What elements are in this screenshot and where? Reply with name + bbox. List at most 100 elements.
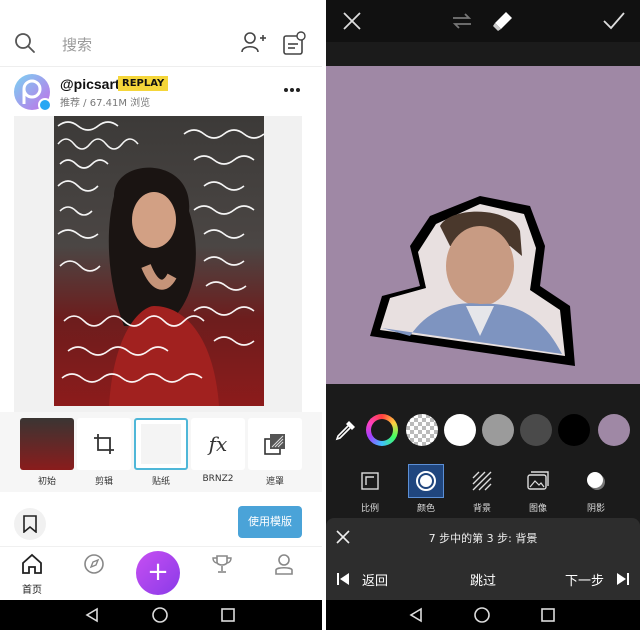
sticker-thumbnail <box>141 424 181 464</box>
back-icon[interactable] <box>84 607 100 623</box>
color-picker-row <box>326 404 640 456</box>
light-gray-swatch[interactable] <box>482 414 514 446</box>
mode-image[interactable]: 图像 <box>516 464 560 518</box>
color-wheel-swatch[interactable] <box>366 414 398 446</box>
mode-label: 阴影 <box>586 504 605 514</box>
mask-icon <box>264 434 285 455</box>
ratio-icon <box>361 472 379 490</box>
nav-discover[interactable] <box>74 553 114 597</box>
home-icon <box>22 553 42 574</box>
tool-crop[interactable]: 剪辑 <box>77 418 131 488</box>
screenshot-root: 搜索 @picsart REPLAY 推荐 / 67.41M 浏览 初始 剪辑 … <box>0 0 640 630</box>
post-image-frame[interactable] <box>14 116 302 412</box>
man-sticker[interactable] <box>370 186 580 366</box>
transparent-swatch[interactable] <box>406 414 438 446</box>
profile-icon <box>275 554 293 575</box>
recents-icon[interactable] <box>220 607 236 623</box>
trophy-icon <box>212 555 232 573</box>
home-circle-icon[interactable] <box>474 607 490 623</box>
tool-original[interactable]: 初始 <box>20 418 74 488</box>
nav-home[interactable]: 首页 <box>12 553 52 597</box>
search-icon[interactable] <box>14 32 36 54</box>
tutorial-panel: 7 步中的第 3 步: 背景 返回 跳过 下一步 <box>326 518 640 600</box>
mode-icon-box <box>408 464 444 498</box>
post-actions: 使用模版 <box>0 500 322 544</box>
nav-profile[interactable] <box>264 553 304 597</box>
divider <box>0 66 322 67</box>
tool-effect[interactable]: fx BRNZ2 <box>191 418 245 488</box>
bookmark-button[interactable] <box>14 508 46 540</box>
tutorial-next-label: 下一步 <box>564 573 604 589</box>
post-meta: 推荐 / 67.41M 浏览 <box>60 98 151 109</box>
mode-label: 颜色 <box>416 504 435 514</box>
tool-box: fx <box>191 418 245 470</box>
mode-icon-box <box>352 464 388 498</box>
tool-label: 遮罩 <box>265 477 284 487</box>
plus-icon: + <box>147 557 169 587</box>
dark-gray-swatch[interactable] <box>520 414 552 446</box>
tutorial-progress: 7 步中的第 3 步: 背景 <box>428 532 538 545</box>
image-icon <box>527 471 549 490</box>
crop-icon <box>94 434 114 454</box>
mode-shadow[interactable]: 阴影 <box>574 464 618 518</box>
system-navigation-bar <box>326 600 640 630</box>
tool-box <box>248 418 302 470</box>
skip-forward-icon <box>617 573 629 585</box>
more-options-icon[interactable] <box>282 84 302 96</box>
background-mode-row: 比例 颜色 背景 图像 阴影 <box>326 462 640 518</box>
mode-label: 比例 <box>360 504 379 514</box>
color-wheel-hole <box>371 419 393 441</box>
background-editor-screen: 比例 颜色 背景 图像 阴影 7 步中的第 3 步: 背景 返回 跳过 下一步 <box>326 0 640 600</box>
confirm-check-icon[interactable] <box>602 10 626 32</box>
mode-icon-box <box>578 464 614 498</box>
women-day-artwork <box>57 121 264 406</box>
search-input[interactable]: 搜索 <box>62 34 92 55</box>
editing-steps-row: 初始 剪辑 贴纸 fx BRNZ2 遮罩 <box>0 412 322 492</box>
lilac-swatch[interactable] <box>598 414 630 446</box>
tool-label: BRNZ2 <box>202 474 234 484</box>
eraser-icon[interactable] <box>492 10 514 32</box>
bottom-navigation: 首页 + <box>0 546 322 598</box>
create-button[interactable]: + <box>136 551 180 595</box>
white-swatch[interactable] <box>444 414 476 446</box>
tool-label: 初始 <box>37 477 56 487</box>
color-circle-icon <box>416 471 436 491</box>
mode-icon-box <box>520 464 556 498</box>
mode-label: 图像 <box>528 504 547 514</box>
original-thumbnail <box>20 418 74 470</box>
tool-mask[interactable]: 遮罩 <box>248 418 302 488</box>
tool-label: 贴纸 <box>151 477 170 487</box>
notification-icon[interactable] <box>282 30 306 56</box>
author-name[interactable]: @picsart <box>60 76 120 92</box>
post-header: @picsart REPLAY 推荐 / 67.41M 浏览 <box>0 68 322 116</box>
search-bar[interactable]: 搜索 <box>0 18 322 66</box>
mode-color[interactable]: 颜色 <box>404 464 448 518</box>
swap-icon[interactable] <box>450 10 474 32</box>
mode-ratio[interactable]: 比例 <box>348 464 392 518</box>
verified-badge-icon <box>38 98 52 112</box>
add-user-icon[interactable] <box>240 30 266 56</box>
recents-icon[interactable] <box>540 607 556 623</box>
nav-challenges[interactable] <box>202 553 242 597</box>
mode-background[interactable]: 背景 <box>460 464 504 518</box>
nav-label: 首页 <box>22 585 42 596</box>
shadow-icon <box>587 472 605 490</box>
system-navigation-bar <box>0 600 322 630</box>
tutorial-next-button[interactable]: 下一步 <box>564 570 630 589</box>
tool-sticker[interactable]: 贴纸 <box>134 418 188 488</box>
eyedropper-icon[interactable] <box>334 418 358 442</box>
back-icon[interactable] <box>408 607 424 623</box>
fx-icon: fx <box>208 432 228 456</box>
close-icon[interactable] <box>342 11 362 31</box>
compass-icon <box>84 554 104 574</box>
replay-badge: REPLAY <box>118 76 169 91</box>
picsart-feed-screen: 搜索 @picsart REPLAY 推荐 / 67.41M 浏览 初始 剪辑 … <box>0 0 322 630</box>
black-swatch[interactable] <box>558 414 590 446</box>
post-photo <box>54 116 264 406</box>
home-circle-icon[interactable] <box>152 607 168 623</box>
tool-box <box>77 418 131 470</box>
use-template-button[interactable]: 使用模版 <box>238 506 302 538</box>
editor-canvas[interactable] <box>326 66 640 384</box>
pattern-icon <box>472 471 492 491</box>
editor-top-bar <box>326 0 640 42</box>
